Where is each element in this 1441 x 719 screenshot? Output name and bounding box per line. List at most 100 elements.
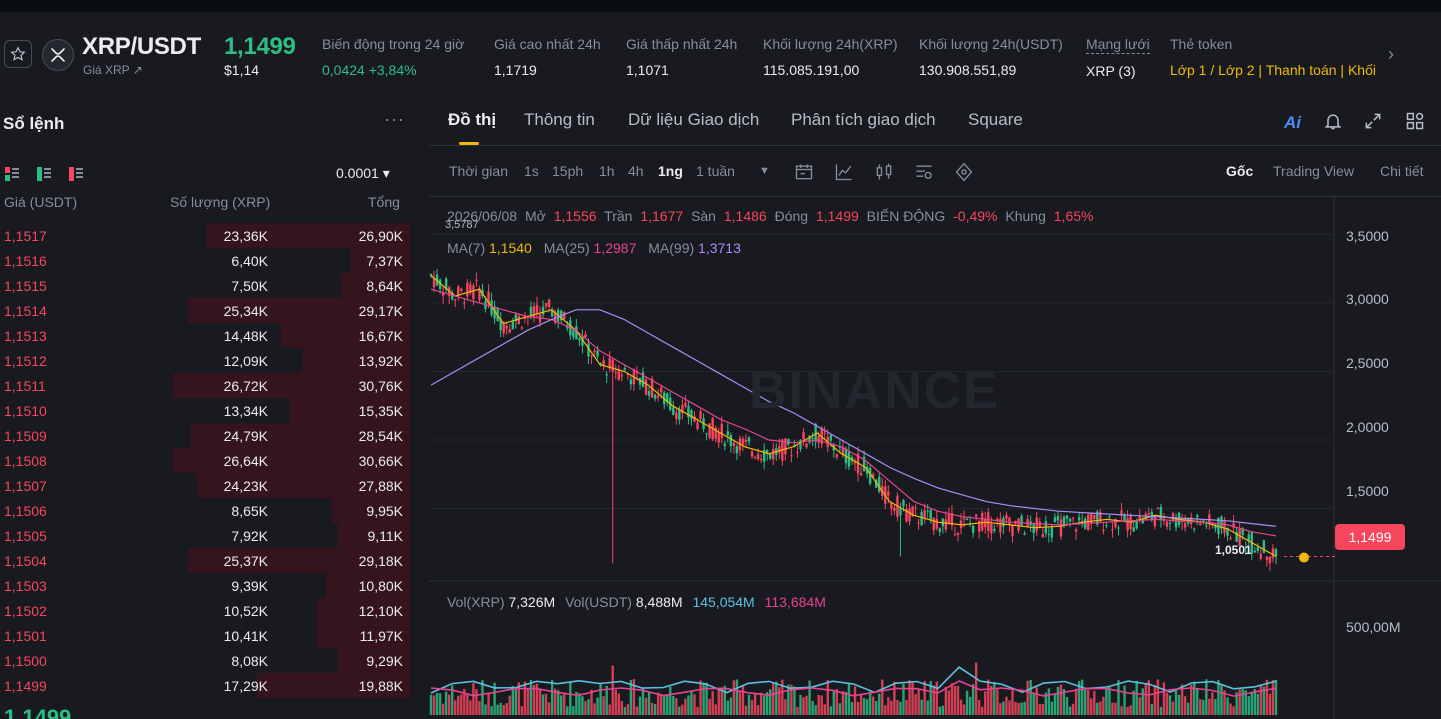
ask-row[interactable]: 1,1514 25,34K 29,17K: [0, 298, 410, 323]
ask-row[interactable]: 1,1509 24,79K 28,54K: [0, 423, 410, 448]
tab-trading-analysis[interactable]: Phân tích giao dịch: [791, 110, 936, 130]
ask-row[interactable]: 1,1513 14,48K 16,67K: [0, 323, 410, 348]
chevron-right-icon[interactable]: ›: [1388, 44, 1394, 65]
expand-icon[interactable]: [1363, 111, 1383, 131]
chevron-down-icon[interactable]: ▼: [759, 165, 770, 177]
volume-bar: [569, 681, 572, 715]
ask-row[interactable]: 1,1500 8,08K 9,29K: [0, 648, 410, 673]
volume-bar: [454, 700, 457, 715]
volume-bar: [1050, 701, 1054, 715]
layout-grid-icon[interactable]: [1405, 111, 1425, 131]
stat-network[interactable]: Mạng lưới XRP (3): [1086, 36, 1150, 79]
volume-bar: [659, 693, 663, 715]
interval-1s[interactable]: 1s: [524, 163, 539, 179]
candle-body: [1229, 538, 1232, 540]
volume-bar: [941, 705, 945, 715]
more-options-icon[interactable]: ···: [384, 109, 405, 130]
volume-bar: [908, 680, 911, 715]
tab-info[interactable]: Thông tin: [524, 110, 595, 130]
interval-15m[interactable]: 15ph: [552, 163, 583, 179]
favorite-button[interactable]: [4, 40, 32, 68]
open-label: Mở: [524, 208, 546, 224]
volume-bar: [750, 700, 754, 715]
calendar-icon[interactable]: [794, 162, 814, 182]
ask-price: 1,1514: [4, 303, 47, 319]
volume-bar: [820, 695, 823, 715]
pair-name[interactable]: XRP/USDT: [82, 33, 201, 61]
vol-axis-label: 500,00M: [1346, 619, 1401, 635]
volume-bar: [1274, 679, 1278, 715]
stat-token-tags[interactable]: Thẻ token Lớp 1 / Lớp 2 | Thanh toán | K…: [1170, 36, 1380, 78]
view-bids-icon[interactable]: [37, 167, 51, 181]
candle-body: [1074, 529, 1078, 532]
target-icon[interactable]: [954, 162, 974, 182]
volume-bar: [663, 694, 666, 715]
ask-row[interactable]: 1,1503 9,39K 10,80K: [0, 573, 410, 598]
volume-bar: [890, 700, 893, 715]
volume-bar: [1189, 684, 1193, 715]
ask-row[interactable]: 1,1516 6,40K 7,37K: [0, 248, 410, 273]
ask-row[interactable]: 1,1508 26,64K 30,66K: [0, 448, 410, 473]
ai-icon[interactable]: Ai: [1284, 113, 1301, 133]
volume-bar: [1138, 697, 1141, 715]
ask-total: 10,80K: [358, 578, 403, 594]
volume-bar: [999, 703, 1002, 715]
volume-bar: [899, 701, 902, 715]
tab-square[interactable]: Square: [968, 110, 1023, 130]
candle-body: [947, 514, 951, 523]
view-asks-icon[interactable]: [69, 167, 83, 181]
volume-bar: [481, 680, 484, 715]
candlestick-chart[interactable]: [429, 197, 1441, 719]
ask-total: 9,29K: [366, 653, 403, 669]
view-original[interactable]: Gốc: [1226, 163, 1253, 179]
volume-bar: [1114, 702, 1117, 715]
bell-icon[interactable]: [1323, 111, 1343, 131]
candle-body: [717, 432, 720, 443]
tab-chart[interactable]: Đồ thị: [448, 110, 496, 130]
volume-bar: [678, 706, 681, 715]
volume-bar: [1017, 702, 1020, 715]
view-both-icon[interactable]: [5, 167, 19, 181]
tab-trading-data[interactable]: Dữ liệu Giao dịch: [628, 110, 759, 130]
volume-bar: [496, 704, 499, 715]
order-book: Sổ lệnh ··· 0.0001 ▾ Giá (USDT) Số lượng…: [0, 93, 423, 719]
coin-price-link[interactable]: Giá XRP ↗: [83, 63, 143, 77]
volume-bar: [935, 681, 938, 715]
volume-bar: [841, 691, 845, 715]
candle-body: [629, 379, 633, 385]
view-depth[interactable]: Chi tiết: [1380, 163, 1424, 179]
ask-row[interactable]: 1,1507 24,23K 27,88K: [0, 473, 410, 498]
ask-total: 29,18K: [358, 553, 403, 569]
close-value: 1,1499: [815, 208, 859, 224]
ask-row[interactable]: 1,1504 25,37K 29,18K: [0, 548, 410, 573]
volume-bar: [590, 689, 593, 715]
ask-qty: 8,65K: [231, 503, 268, 519]
candle-body: [1199, 522, 1202, 525]
interval-4h[interactable]: 4h: [628, 163, 644, 179]
candle-type-icon[interactable]: [874, 162, 894, 182]
precision-select[interactable]: 0.0001 ▾: [336, 165, 390, 182]
ask-row[interactable]: 1,1499 17,29K 19,88K: [0, 673, 410, 698]
interval-1h[interactable]: 1h: [599, 163, 615, 179]
interval-1w[interactable]: 1 tuần: [696, 163, 735, 179]
ask-row[interactable]: 1,1505 7,92K 9,11K: [0, 523, 410, 548]
ask-row[interactable]: 1,1501 10,41K 11,97K: [0, 623, 410, 648]
ask-row[interactable]: 1,1515 7,50K 8,64K: [0, 273, 410, 298]
indicator-icon[interactable]: [834, 162, 854, 182]
ask-row[interactable]: 1,1506 8,65K 9,95K: [0, 498, 410, 523]
volume-bar: [1253, 689, 1256, 715]
interval-1d[interactable]: 1ng: [658, 163, 683, 179]
ask-row[interactable]: 1,1512 12,09K 13,92K: [0, 348, 410, 373]
view-tradingview[interactable]: Trading View: [1273, 163, 1354, 179]
volume-bar: [796, 706, 799, 715]
ask-row[interactable]: 1,1511 26,72K 30,76K: [0, 373, 410, 398]
volume-bar: [881, 679, 884, 715]
settings-list-icon[interactable]: [914, 162, 934, 182]
candle-body: [990, 523, 993, 534]
volume-bar: [923, 680, 926, 715]
candle-body: [753, 457, 757, 459]
volume-bar: [623, 706, 627, 715]
ask-row[interactable]: 1,1502 10,52K 12,10K: [0, 598, 410, 623]
ask-row[interactable]: 1,1510 13,34K 15,35K: [0, 398, 410, 423]
ask-row[interactable]: 1,1517 23,36K 26,90K: [0, 223, 410, 248]
